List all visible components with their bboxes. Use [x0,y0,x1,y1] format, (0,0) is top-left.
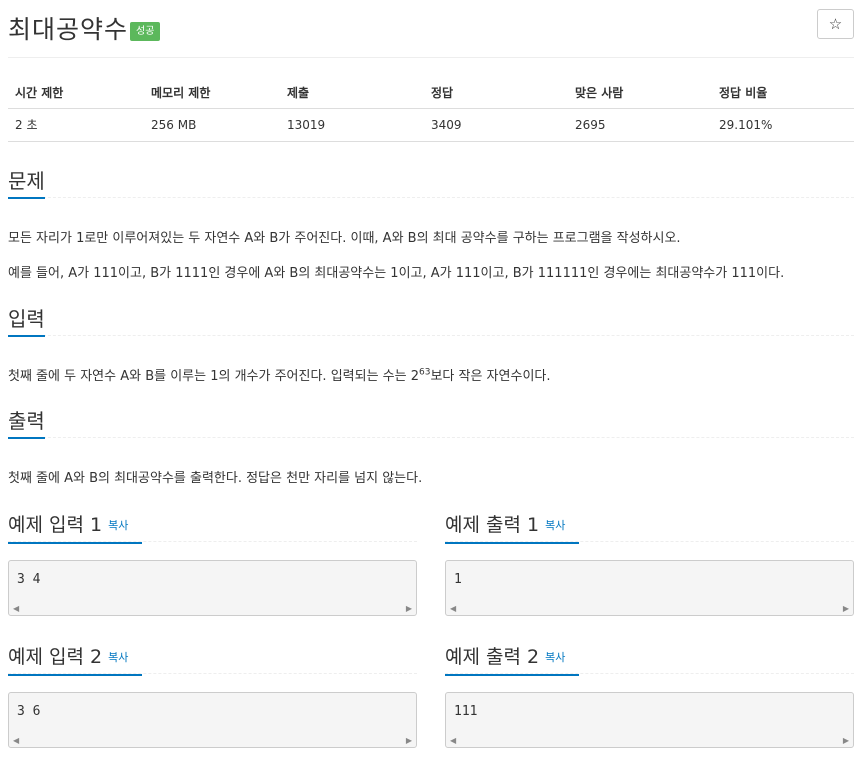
sample-title: 예제 입력 1 복사 [8,512,143,543]
section-title: 출력 [8,408,45,439]
sample-input-2: 예제 입력 2 복사 3 6 ◀ ▶ [8,644,417,748]
problem-section: 문제 모든 자리가 1로만 이루어져있는 두 자연수 A와 B가 주어진다. 이… [8,168,854,281]
problem-header: 최대공약수 성공 ☆ [8,0,854,58]
stats-header: 정답 비율 [712,78,854,109]
section-header: 출력 [8,408,854,439]
copy-link[interactable]: 복사 [545,519,565,532]
sample-output-1: 예제 출력 1 복사 1 ◀ ▶ [445,512,854,616]
input-text-before: 첫째 줄에 두 자연수 A와 B를 이루는 1의 개수가 주어진다. 입력되는 … [8,369,419,384]
sample-output-2: 예제 출력 2 복사 111 ◀ ▶ [445,644,854,748]
scroll-right-icon[interactable]: ▶ [843,736,849,745]
sample-input-1: 예제 입력 1 복사 3 4 ◀ ▶ [8,512,417,616]
stats-header: 메모리 제한 [144,78,280,109]
scroll-right-icon[interactable]: ▶ [406,736,412,745]
problem-example-text: 예를 들어, A가 111이고, B가 1111인 경우에 A와 B의 최대공약… [8,266,785,281]
sample-code-box[interactable]: 3 6 ◀ ▶ [8,692,417,748]
copy-link[interactable]: 복사 [545,651,565,664]
stats-header: 제출 [280,78,424,109]
stats-value: 2695 [568,108,712,142]
section-header: 문제 [8,168,854,199]
sample-header: 예제 출력 1 복사 [445,512,854,543]
sample-title-text: 예제 입력 2 [8,646,103,668]
stats-header: 맞은 사람 [568,78,712,109]
sample-title: 예제 출력 2 복사 [445,644,580,675]
sample-code-text: 3 6 [17,704,41,719]
sample-code-text: 1 [454,572,462,587]
copy-link[interactable]: 복사 [108,519,128,532]
scroll-right-icon[interactable]: ▶ [406,604,412,613]
input-text-after: 보다 작은 자연수이다. [430,369,551,384]
sample-code-box[interactable]: 3 4 ◀ ▶ [8,560,417,616]
output-description: 첫째 줄에 A와 B의 최대공약수를 출력한다. 정답은 천만 자리를 넘지 않… [8,471,423,486]
stats-header-row: 시간 제한 메모리 제한 제출 정답 맞은 사람 정답 비율 [8,78,854,109]
status-badge: 성공 [130,22,161,41]
section-title: 입력 [8,306,45,337]
scroll-right-icon[interactable]: ▶ [843,604,849,613]
scroll-left-icon[interactable]: ◀ [13,736,19,745]
stats-header: 시간 제한 [8,78,144,109]
input-section: 입력 첫째 줄에 두 자연수 A와 B를 이루는 1의 개수가 주어진다. 입력… [8,306,854,384]
section-title: 문제 [8,168,45,199]
output-section: 출력 첫째 줄에 A와 B의 최대공약수를 출력한다. 정답은 천만 자리를 넘… [8,408,854,486]
sample-header: 예제 출력 2 복사 [445,644,854,675]
sample-title: 예제 입력 2 복사 [8,644,143,675]
scroll-left-icon[interactable]: ◀ [13,604,19,613]
star-icon: ☆ [828,15,843,33]
copy-link[interactable]: 복사 [108,651,128,664]
input-description: 첫째 줄에 두 자연수 A와 B를 이루는 1의 개수가 주어진다. 입력되는 … [8,365,551,384]
stats-value: 13019 [280,108,424,142]
sample-code-box[interactable]: 1 ◀ ▶ [445,560,854,616]
star-button[interactable]: ☆ [817,9,854,39]
stats-value: 3409 [424,108,568,142]
section-header: 입력 [8,306,854,337]
page-title: 최대공약수 [8,15,129,44]
sample-title-text: 예제 출력 2 [445,646,540,668]
stats-value: 256 MB [144,108,280,142]
problem-page: 최대공약수 성공 ☆ 시간 제한 메모리 제한 제출 정답 맞은 사람 정답 비… [0,0,862,761]
sample-title-text: 예제 출력 1 [445,514,540,536]
input-exponent: 63 [419,367,431,378]
sample-title-text: 예제 입력 1 [8,514,103,536]
sample-code-text: 111 [454,704,478,719]
scroll-left-icon[interactable]: ◀ [450,604,456,613]
sample-header: 예제 입력 1 복사 [8,512,417,543]
stats-table: 시간 제한 메모리 제한 제출 정답 맞은 사람 정답 비율 2 초 256 M… [8,78,854,142]
sample-code-text: 3 4 [17,572,41,587]
sample-header: 예제 입력 2 복사 [8,644,417,675]
stats-header: 정답 [424,78,568,109]
sample-code-box[interactable]: 111 ◀ ▶ [445,692,854,748]
stats-value: 2 초 [8,108,144,142]
scroll-left-icon[interactable]: ◀ [450,736,456,745]
stats-value-row: 2 초 256 MB 13019 3409 2695 29.101% [8,108,854,142]
sample-title: 예제 출력 1 복사 [445,512,580,543]
stats-value: 29.101% [712,108,854,142]
problem-description: 모든 자리가 1로만 이루어져있는 두 자연수 A와 B가 주어진다. 이때, … [8,231,681,246]
